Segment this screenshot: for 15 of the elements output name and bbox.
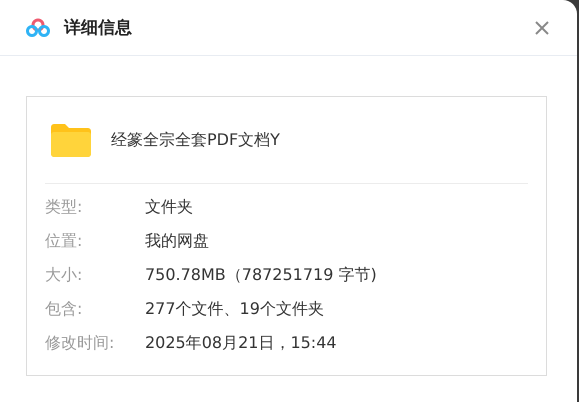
detail-label: 包含: <box>45 298 84 320</box>
detail-value: 2025年08月21日，15:44 <box>145 332 338 354</box>
window-title: 详细信息 <box>64 17 133 39</box>
detail-label: 位置: <box>45 230 84 252</box>
close-icon[interactable] <box>533 18 551 36</box>
cloud-logo-icon <box>26 18 50 38</box>
detail-value: 750.78MB（787251719 字节) <box>145 264 378 286</box>
detail-label: 修改时间: <box>45 332 116 354</box>
folder-name: 经篆全宗全套PDF文档Y <box>111 130 280 150</box>
folder-icon <box>51 123 91 157</box>
detail-value: 我的网盘 <box>145 230 210 252</box>
detail-label: 类型: <box>45 196 84 218</box>
detail-value: 文件夹 <box>145 196 194 218</box>
detail-label: 大小: <box>45 264 84 286</box>
detail-value: 277个文件、19个文件夹 <box>145 298 325 320</box>
